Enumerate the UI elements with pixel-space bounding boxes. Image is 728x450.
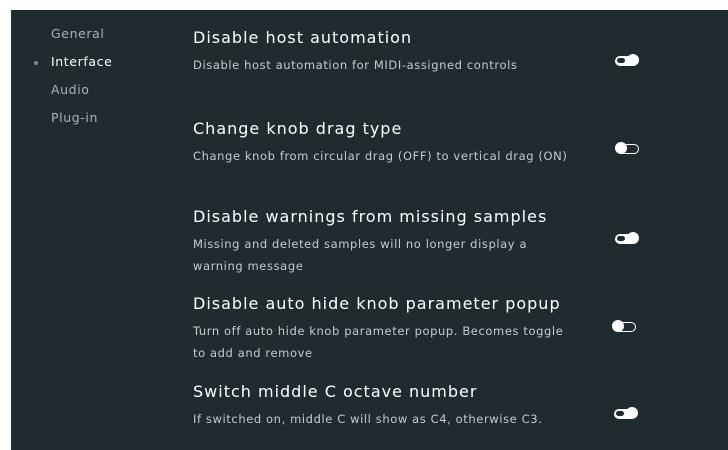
toggle-disable-missing-sample-warnings[interactable] <box>615 232 639 244</box>
toggle-knob <box>627 232 639 244</box>
setting-title: Disable auto hide knob parameter popup <box>193 294 561 313</box>
setting-disable-host-automation: Disable host automation Disable host aut… <box>193 27 693 76</box>
setting-middle-c-octave: Switch middle C octave number If switche… <box>193 381 693 430</box>
setting-description: Turn off auto hide knob parameter popup.… <box>193 324 564 360</box>
toggle-knob-drag-type[interactable] <box>615 142 639 154</box>
setting-title: Disable host automation <box>193 28 413 47</box>
toggle-track <box>617 58 625 63</box>
setting-title: Disable warnings from missing samples <box>193 207 548 226</box>
setting-title: Change knob drag type <box>193 119 403 138</box>
setting-description: If switched on, middle C will show as C4… <box>193 412 543 426</box>
toggle-knob <box>627 54 639 66</box>
sidebar-item-general[interactable]: General <box>51 26 104 41</box>
sidebar-item-audio[interactable]: Audio <box>51 82 90 97</box>
toggle-track <box>617 236 625 241</box>
setting-description: Disable host automation for MIDI-assigne… <box>193 58 518 72</box>
toggle-knob <box>612 320 624 332</box>
setting-description: Change knob from circular drag (OFF) to … <box>193 149 568 163</box>
toggle-disable-host-automation[interactable] <box>615 54 639 66</box>
sidebar-item-plugin[interactable]: Plug-in <box>51 110 98 125</box>
setting-description: Missing and deleted samples will no long… <box>193 237 528 273</box>
active-indicator-dot <box>34 61 38 65</box>
setting-title: Switch middle C octave number <box>193 382 478 401</box>
sidebar: General Interface Audio Plug-in <box>11 10 181 450</box>
toggle-knob <box>626 407 638 419</box>
toggle-middle-c-octave[interactable] <box>614 407 638 419</box>
sidebar-item-interface[interactable]: Interface <box>51 54 112 69</box>
toggle-disable-auto-hide-popup[interactable] <box>612 320 636 332</box>
toggle-knob <box>615 142 627 154</box>
settings-panel: General Interface Audio Plug-in Disable … <box>11 10 728 450</box>
toggle-track <box>616 411 624 416</box>
